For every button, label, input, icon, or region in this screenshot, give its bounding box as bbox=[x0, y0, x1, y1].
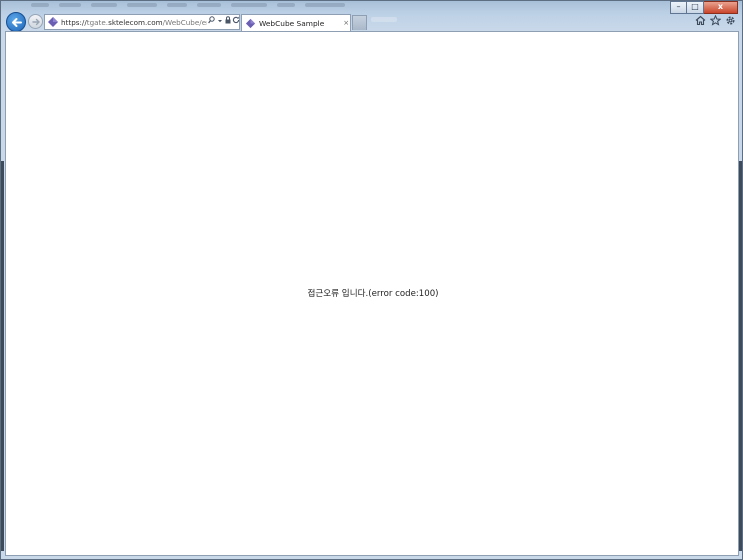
back-arrow-icon bbox=[12, 18, 22, 27]
tab-webcube-sample[interactable]: WebCube Sample × bbox=[241, 14, 351, 31]
tab-strip-blur bbox=[371, 17, 397, 22]
menu-bar bbox=[31, 1, 411, 9]
url-text[interactable]: https://tgate.sktelecom.com/WebCube/erro… bbox=[61, 18, 207, 27]
page-content: 접근오류 입니다.(error code:100) bbox=[5, 31, 739, 556]
address-bar[interactable]: https://tgate.sktelecom.com/WebCube/erro… bbox=[44, 14, 240, 30]
webcube-diamond-icon bbox=[48, 17, 58, 27]
url-host: sktelecom.com bbox=[108, 17, 163, 27]
window-edge-right bbox=[739, 161, 742, 551]
lock-icon[interactable] bbox=[224, 16, 231, 28]
navigation-bar: https://tgate.sktelecom.com/WebCube/erro… bbox=[1, 11, 742, 32]
url-scheme: https:// bbox=[61, 17, 87, 27]
tools-gear-icon[interactable] bbox=[725, 15, 736, 26]
error-message: 접근오류 입니다.(error code:100) bbox=[307, 289, 439, 299]
favorites-star-icon[interactable] bbox=[710, 15, 721, 26]
window-edge-left bbox=[1, 161, 4, 551]
search-icon[interactable] bbox=[208, 16, 215, 28]
toolbar-right bbox=[695, 15, 736, 26]
tab-close-button[interactable]: × bbox=[342, 19, 350, 27]
url-host-prefix: tgate. bbox=[86, 17, 109, 27]
home-icon[interactable] bbox=[695, 15, 706, 26]
tab-title: WebCube Sample bbox=[259, 18, 325, 28]
back-button[interactable] bbox=[6, 12, 26, 32]
browser-window: – □ x https://tgate.sktelecom.com/WebCub… bbox=[0, 0, 743, 560]
forward-button[interactable] bbox=[28, 14, 43, 29]
dropdown-arrow-icon[interactable] bbox=[216, 16, 223, 28]
new-tab-button[interactable] bbox=[352, 15, 367, 30]
address-tools bbox=[208, 16, 240, 28]
url-path: /WebCube/error.htm bbox=[162, 17, 207, 27]
forward-arrow-icon bbox=[32, 18, 40, 26]
refresh-icon[interactable] bbox=[232, 16, 240, 28]
webcube-diamond-icon bbox=[245, 18, 256, 28]
